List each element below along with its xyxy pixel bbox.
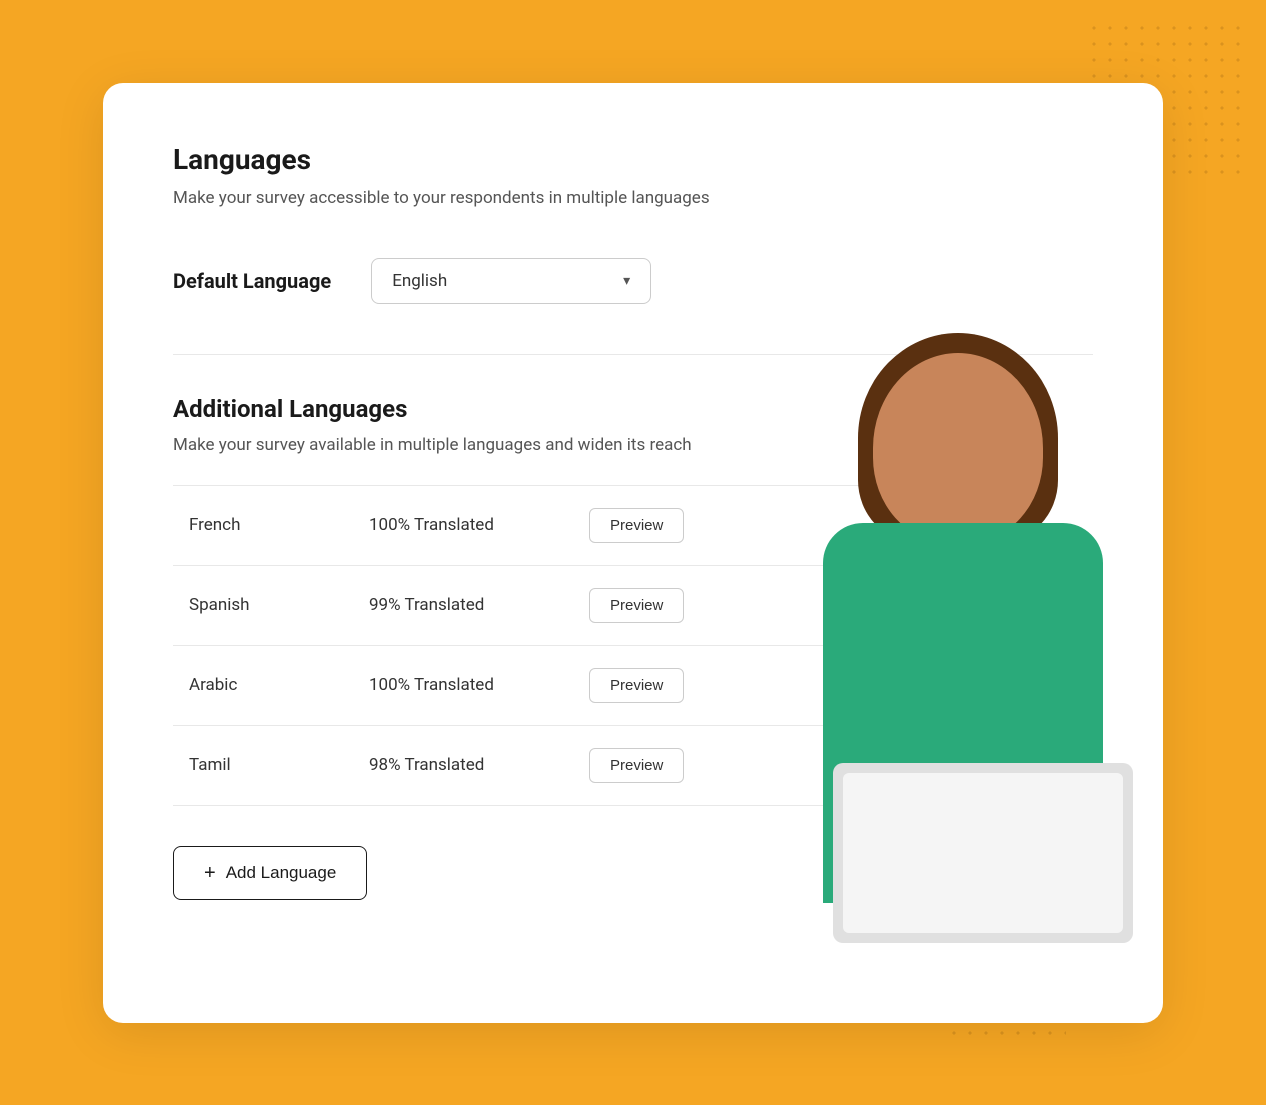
plus-icon: + — [204, 863, 216, 883]
add-language-label: Add Language — [226, 863, 337, 883]
person-illustration — [703, 323, 1163, 1023]
preview-button[interactable]: Preview — [589, 748, 684, 783]
language-name: Spanish — [173, 565, 353, 645]
language-name: French — [173, 485, 353, 565]
chevron-down-icon: ▾ — [623, 273, 630, 289]
person-laptop — [833, 763, 1133, 943]
person-head — [873, 353, 1043, 543]
translation-status: 100% Translated — [353, 485, 573, 565]
translation-status: 98% Translated — [353, 725, 573, 805]
default-language-row: Default Language English ▾ — [173, 258, 1093, 304]
languages-title: Languages — [173, 143, 1093, 176]
languages-subtitle: Make your survey accessible to your resp… — [173, 188, 1093, 208]
language-name: Arabic — [173, 645, 353, 725]
laptop-screen — [843, 773, 1123, 933]
language-name: Tamil — [173, 725, 353, 805]
default-language-label: Default Language — [173, 269, 331, 293]
translation-status: 99% Translated — [353, 565, 573, 645]
default-language-value: English — [392, 271, 447, 291]
preview-button[interactable]: Preview — [589, 588, 684, 623]
preview-button[interactable]: Preview — [589, 508, 684, 543]
add-language-button[interactable]: + Add Language — [173, 846, 367, 900]
preview-button[interactable]: Preview — [589, 668, 684, 703]
main-card: Languages Make your survey accessible to… — [103, 83, 1163, 1023]
translation-status: 100% Translated — [353, 645, 573, 725]
default-language-select[interactable]: English ▾ — [371, 258, 651, 304]
